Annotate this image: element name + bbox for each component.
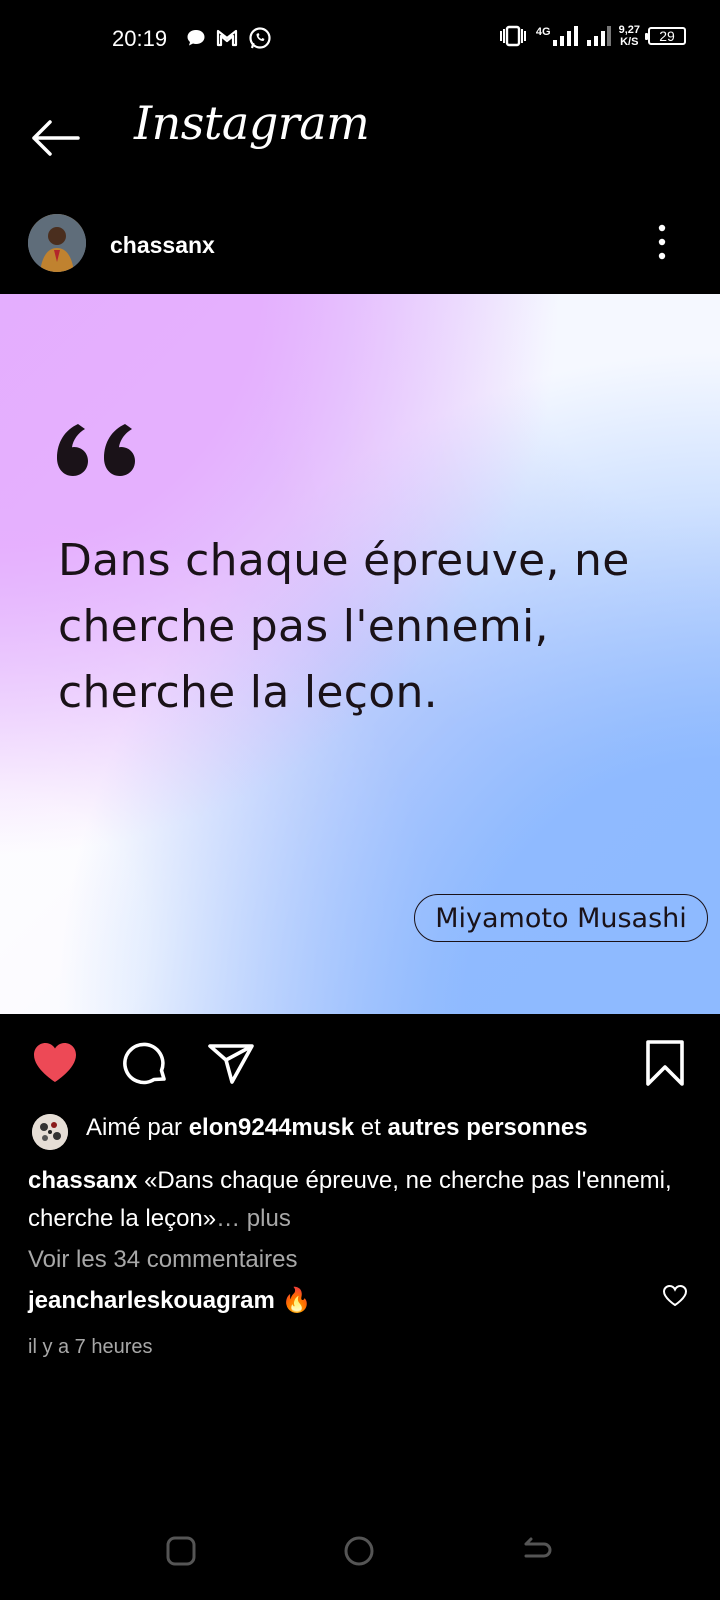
caption-username[interactable]: chassanx (28, 1167, 137, 1194)
recent-apps-icon[interactable] (164, 1534, 198, 1568)
notification-icons (186, 26, 272, 50)
gmail-icon (216, 29, 238, 47)
author-pill: Miyamoto Musashi (414, 894, 708, 942)
post-caption: chassanx «Dans chaque épreuve, ne cherch… (28, 1162, 688, 1238)
back-arrow-icon[interactable] (30, 118, 82, 158)
liker-avatar-image (32, 1114, 68, 1150)
quote-text: Dans chaque épreuve, ne cherche pas l'en… (58, 535, 630, 718)
comment-icon[interactable] (120, 1038, 170, 1088)
network-rate: 9,27 K/S (619, 24, 640, 48)
likes-others[interactable]: autres personnes (387, 1114, 587, 1141)
likes-summary[interactable]: Aimé par elon9244musk et autres personne… (86, 1114, 588, 1142)
signal-icon (586, 26, 611, 46)
whatsapp-icon (249, 27, 271, 49)
likes-user[interactable]: elon9244musk (189, 1114, 354, 1141)
comment-text: 🔥 (274, 1287, 312, 1314)
network-rate-unit: K/S (620, 36, 639, 48)
avatar-image (28, 214, 86, 272)
send-icon[interactable] (206, 1038, 256, 1088)
comment-username[interactable]: jeancharleskouagram (28, 1287, 275, 1314)
bookmark-icon[interactable] (640, 1038, 690, 1088)
heart-icon[interactable] (30, 1038, 80, 1088)
status-time: 20:19 (112, 26, 168, 51)
post-timestamp: il y a 7 heures (28, 1336, 153, 1358)
avatar[interactable] (28, 214, 86, 272)
instagram-logo: Instagram (134, 96, 370, 150)
more-vertical-icon[interactable] (652, 222, 672, 262)
signal-4g: 4G (536, 26, 579, 46)
status-right-icons: 4G 9,27 K/S 29 (498, 24, 686, 48)
caption-more-link[interactable]: plus (240, 1205, 291, 1232)
caption-ellipsis: … (216, 1205, 241, 1232)
comment-like-icon[interactable] (662, 1284, 688, 1308)
nav-back-icon[interactable] (520, 1534, 554, 1568)
network-rate-value: 9,27 (618, 24, 640, 36)
signal-icon (552, 26, 578, 46)
post-username[interactable]: chassanx (110, 232, 215, 259)
vibrate-icon (499, 25, 526, 47)
post-image[interactable]: Dans chaque épreuve, ne cherche pas l'en… (0, 294, 720, 1014)
likes-mid: et (354, 1114, 388, 1141)
home-circle-icon[interactable] (342, 1534, 376, 1568)
battery-indicator: 29 (645, 27, 686, 45)
network-type: 4G (535, 26, 551, 38)
quote-mark-icon (57, 424, 135, 476)
likes-prefix: Aimé par (86, 1114, 189, 1141)
liker-avatar[interactable] (32, 1114, 68, 1150)
chat-bubble-icon (187, 30, 205, 46)
comment-item: jeancharleskouagram 🔥 (28, 1286, 311, 1315)
view-comments-link[interactable]: Voir les 34 commentaires (28, 1246, 297, 1274)
